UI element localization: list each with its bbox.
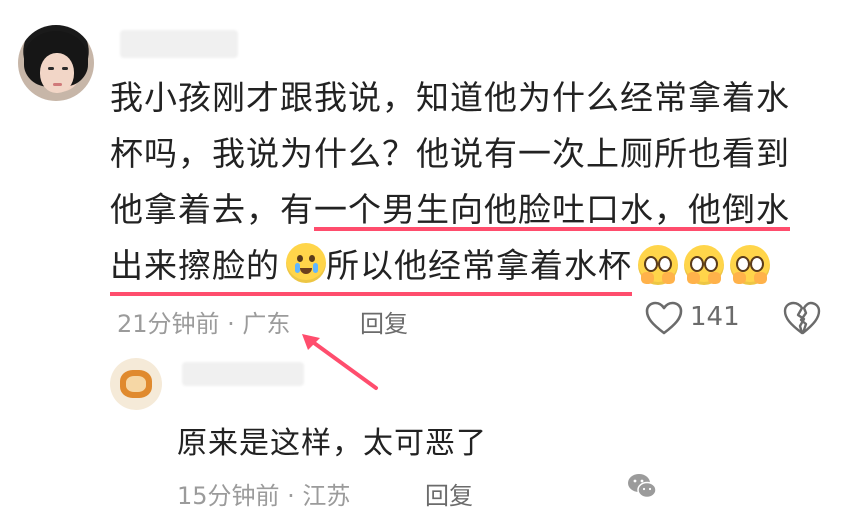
pleading-face-icon <box>730 245 770 285</box>
crying-emoji-icon <box>286 243 326 283</box>
red-arrow-annotation <box>302 334 378 390</box>
heart-icon[interactable] <box>644 300 684 336</box>
comment-line-4-rest: 所以他经常拿着水杯 <box>326 246 632 285</box>
reply-button[interactable]: 回复 <box>425 476 473 511</box>
username-blurred[interactable] <box>182 362 304 386</box>
like-count: 141 <box>690 302 740 332</box>
dislike-broken-heart-icon[interactable] <box>782 300 822 336</box>
highlighted-text: 一个男生向他脸吐口水，他倒水 <box>314 190 790 231</box>
comment-line-3: 他拿着去，有一个男生向他脸吐口水，他倒水 <box>110 182 810 238</box>
pleading-face-icon <box>684 245 724 285</box>
reply-time-location: 15分钟前 · 江苏 <box>177 482 351 510</box>
comment-line-4-plain: 出来擦脸的 <box>110 246 280 285</box>
wechat-icon <box>628 474 657 499</box>
comment-line-2: 杯吗，我说为什么？他说有一次上厕所也看到 <box>110 134 790 173</box>
avatar[interactable] <box>18 25 94 101</box>
comment-line-3-plain: 他拿着去，有 <box>110 190 314 229</box>
comment-line-1: 我小孩刚才跟我说，知道他为什么经常拿着水 <box>110 78 790 117</box>
highlighted-text-2: 出来擦脸的 所以他经常拿着水杯 <box>110 238 632 296</box>
username-blurred[interactable] <box>120 30 238 58</box>
avatar[interactable] <box>110 358 162 410</box>
comment-time-location: 21分钟前 · 广东 <box>117 310 291 338</box>
comment-text: 我小孩刚才跟我说，知道他为什么经常拿着水 杯吗，我说为什么？他说有一次上厕所也看… <box>110 70 810 296</box>
reply-comment-text: 原来是这样，太可恶了 <box>177 426 487 461</box>
comment-line-4: 出来擦脸的 所以他经常拿着水杯 <box>110 238 810 296</box>
pleading-face-icon <box>638 245 678 285</box>
